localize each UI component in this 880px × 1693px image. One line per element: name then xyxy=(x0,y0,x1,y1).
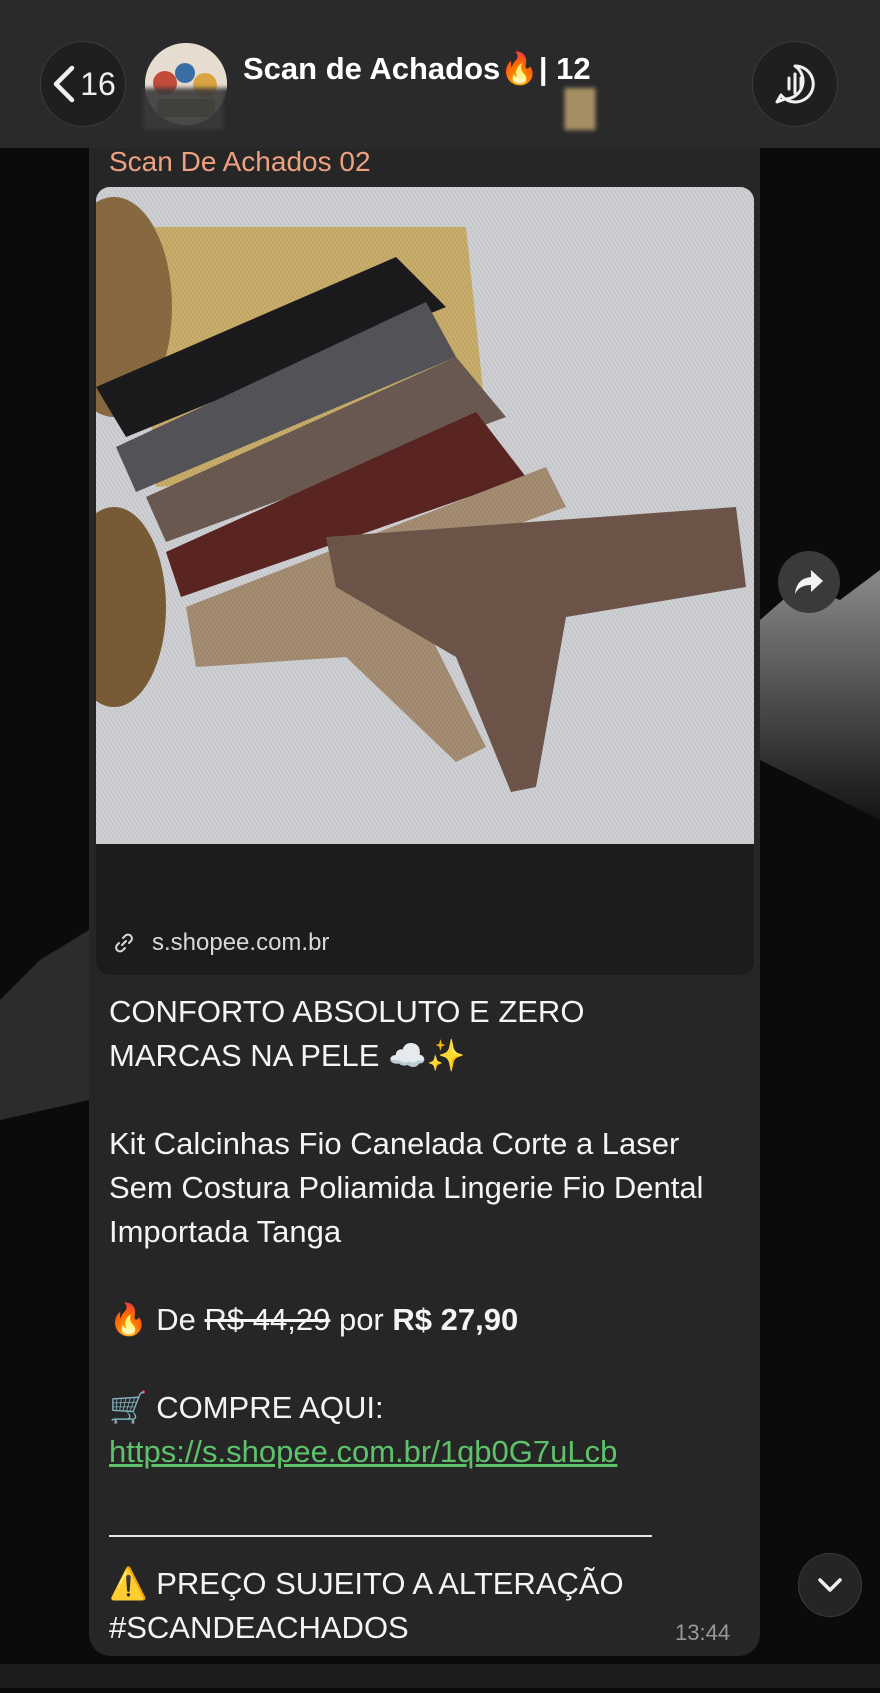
product-description: Kit Calcinhas Fio Canelada Corte a Laser… xyxy=(109,1126,704,1249)
link-icon xyxy=(115,933,133,953)
sender-name[interactable]: Scan De Achados 02 xyxy=(109,146,371,178)
headline-line-1: CONFORTO ABSOLUTO E ZERO xyxy=(109,994,585,1029)
blurred-subtitle xyxy=(143,88,763,130)
price-mid: por xyxy=(338,1302,384,1337)
cta-line: 🛒 COMPRE AQUI: xyxy=(109,1386,749,1430)
old-price: R$ 44,29 xyxy=(204,1302,331,1337)
hashtag[interactable]: #SCANDEACHADOS xyxy=(109,1606,749,1650)
divider-line xyxy=(109,1535,652,1537)
link-domain-row[interactable]: s.shopee.com.br xyxy=(114,929,329,957)
chat-header: 16 Scan de Achados🔥| 12 xyxy=(0,0,880,148)
product-image-illustration xyxy=(96,187,754,844)
chat-title[interactable]: Scan de Achados🔥| 12 xyxy=(243,50,591,87)
message-text: CONFORTO ABSOLUTO E ZERO MARCAS NA PELE … xyxy=(109,990,749,1650)
fire-emoji: 🔥 xyxy=(109,1302,148,1338)
chevron-left-icon xyxy=(53,65,75,103)
new-price: R$ 27,90 xyxy=(392,1302,519,1337)
scroll-down-button[interactable] xyxy=(798,1553,862,1617)
headline-line-2: MARCAS NA PELE ☁️✨ xyxy=(109,1038,466,1073)
voice-chat-button[interactable] xyxy=(752,41,838,127)
share-forward-icon xyxy=(795,570,823,594)
chevron-down-icon xyxy=(818,1578,842,1592)
input-bar-edge xyxy=(0,1664,880,1688)
unread-count: 16 xyxy=(80,65,116,102)
warning-text: PREÇO SUJEITO A ALTERAÇÃO xyxy=(156,1566,624,1601)
link-preview[interactable]: s.shopee.com.br xyxy=(96,187,754,975)
product-link[interactable]: https://s.shopee.com.br/1qb0G7uLcb xyxy=(109,1434,617,1469)
voice-chat-icon xyxy=(775,64,815,104)
cta-text: COMPRE AQUI: xyxy=(156,1390,384,1425)
back-button[interactable]: 16 xyxy=(40,41,126,127)
warning-emoji: ⚠️ xyxy=(109,1566,148,1602)
product-photo[interactable] xyxy=(96,187,754,844)
link-domain[interactable]: s.shopee.com.br xyxy=(152,929,329,957)
share-button[interactable] xyxy=(778,551,840,613)
message-time: 13:44 xyxy=(675,1620,731,1645)
warning-line: ⚠️ PREÇO SUJEITO A ALTERAÇÃO xyxy=(109,1562,749,1606)
price-line: 🔥 De R$ 44,29 por R$ 27,90 xyxy=(109,1298,749,1342)
cart-emoji: 🛒 xyxy=(109,1390,148,1426)
price-prefix: De xyxy=(156,1302,196,1337)
